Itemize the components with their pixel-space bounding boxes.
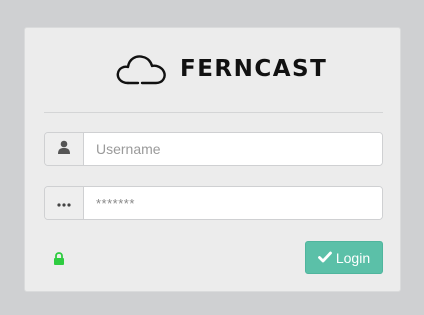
login-button[interactable]: Login <box>305 241 383 274</box>
login-panel: FERNCAST Username ******* Login <box>24 27 401 292</box>
password-addon <box>45 187 84 219</box>
username-addon <box>45 133 84 165</box>
username-input[interactable]: Username <box>84 133 382 165</box>
divider <box>44 112 383 113</box>
check-icon <box>317 250 336 266</box>
lock-icon <box>53 252 65 270</box>
dots-icon <box>57 194 71 212</box>
brand-logo: FERNCAST <box>114 49 327 89</box>
password-field[interactable]: ******* <box>44 186 383 220</box>
cloud-icon <box>114 49 170 89</box>
username-field[interactable]: Username <box>44 132 383 166</box>
login-button-label: Login <box>335 249 371 266</box>
brand-name: FERNCAST <box>180 56 328 82</box>
password-input[interactable]: ******* <box>84 187 382 219</box>
user-icon <box>57 140 71 159</box>
